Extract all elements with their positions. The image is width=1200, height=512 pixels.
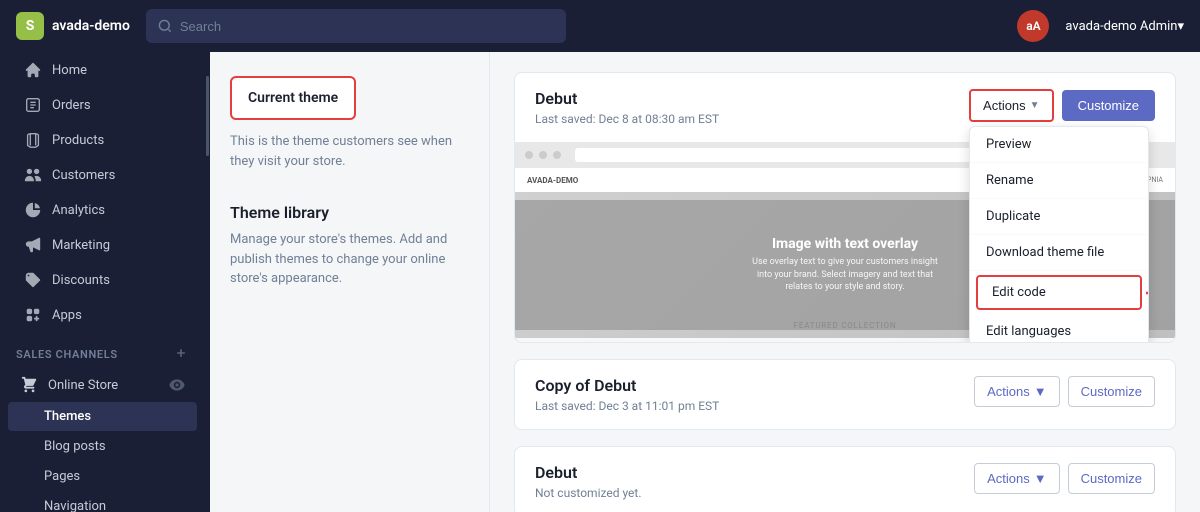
sidebar-item-orders[interactable]: Orders [8,88,197,122]
copy-debut-actions-button[interactable]: Actions ▼ [974,376,1060,407]
debut-theme-name: Debut [535,89,719,108]
eye-icon [169,377,185,393]
debut2-actions-button[interactable]: Actions ▼ [974,463,1060,494]
sidebar-item-home[interactable]: Home [8,53,197,87]
preview-overlay-sub: Use overlay text to give your customers … [745,256,945,294]
sidebar-sub-item-navigation[interactable]: Navigation [8,492,197,512]
theme-library-section: Theme library Manage your store's themes… [230,203,469,289]
dropdown-item-preview[interactable]: Preview [970,127,1148,163]
avatar[interactable]: aA [1017,10,1049,42]
sales-channels-label: SALES CHANNELS [0,333,205,368]
marketing-icon [24,236,42,254]
layout: Home Orders Products Customers Analytics [0,52,1200,512]
sidebar-item-apps[interactable]: Apps [8,298,197,332]
theme-card-debut2-header: Debut Not customized yet. Actions ▼ Cust… [515,447,1175,512]
shopify-logo: S [16,12,44,40]
preview-featured-label: FEATURED COLLECTION [794,321,897,330]
customers-icon [24,166,42,184]
theme-card-debut-actions: Actions ▼ Customize Preview Rename [969,89,1155,122]
sidebar-scrollbar [205,52,210,512]
sidebar-wrapper: Home Orders Products Customers Analytics [0,52,210,512]
add-sales-channel-icon[interactable] [173,345,189,364]
theme-card-copy-debut: Copy of Debut Last saved: Dec 3 at 11:01… [514,359,1176,430]
copy-debut-customize-button[interactable]: Customize [1068,376,1155,407]
theme-card-debut2-actions: Actions ▼ Customize [974,463,1155,494]
theme-description: This is the theme customers see when the… [230,132,469,171]
preview-store-name: AVADA-DEMO [527,176,578,185]
analytics-icon [24,201,42,219]
theme-card-debut: Debut Last saved: Dec 8 at 08:30 am EST … [514,72,1176,343]
dropdown-item-duplicate[interactable]: Duplicate [970,199,1148,235]
topbar: S avada-demo aA avada-demo Admin▾ [0,0,1200,52]
theme-card-debut2-info: Debut Not customized yet. [535,463,642,500]
dropdown-item-rename[interactable]: Rename [970,163,1148,199]
discounts-icon [24,271,42,289]
main-content: Current theme This is the theme customer… [210,52,1200,512]
preview-overlay-title: Image with text overlay [745,236,945,252]
debut2-theme-saved: Not customized yet. [535,486,642,500]
search-input[interactable] [180,19,554,34]
products-icon [24,131,42,149]
left-panel: Current theme This is the theme customer… [210,52,490,512]
preview-overlay-text: Image with text overlay Use overlay text… [745,236,945,294]
right-panel: Debut Last saved: Dec 8 at 08:30 am EST … [490,52,1200,512]
sidebar-scrollbar-thumb [206,76,209,156]
current-theme-label: Current theme [230,76,356,120]
sidebar-item-marketing[interactable]: Marketing [8,228,197,262]
sidebar-item-customers[interactable]: Customers [8,158,197,192]
debut-theme-saved: Last saved: Dec 8 at 08:30 am EST [535,112,719,126]
browser-dot-2 [539,151,547,159]
debut2-customize-button[interactable]: Customize [1068,463,1155,494]
red-arrow-indicator [1146,283,1149,303]
theme-library-title: Theme library [230,203,469,222]
debut2-theme-name: Debut [535,463,642,482]
search-wrapper [146,9,566,43]
apps-icon [24,306,42,324]
online-store-icon [20,376,38,394]
theme-card-debut-info: Debut Last saved: Dec 8 at 08:30 am EST [535,89,719,126]
browser-dot-1 [525,151,533,159]
chevron-down-icon: ▼ [1034,384,1047,399]
theme-card-copy-debut-info: Copy of Debut Last saved: Dec 3 at 11:01… [535,376,719,413]
theme-card-copy-debut-header: Copy of Debut Last saved: Dec 3 at 11:01… [515,360,1175,429]
dropdown-item-edit-code[interactable]: Edit code [976,275,1142,310]
chevron-down-icon: ▼ [1034,471,1047,486]
sidebar-sub-item-blog-posts[interactable]: Blog posts [8,432,197,461]
search-icon [158,19,172,33]
copy-debut-theme-name: Copy of Debut [535,376,719,395]
sidebar-item-analytics[interactable]: Analytics [8,193,197,227]
theme-card-debut-header: Debut Last saved: Dec 8 at 08:30 am EST … [515,73,1175,142]
sidebar-sub-item-themes[interactable]: Themes [8,402,197,431]
customize-button[interactable]: Customize [1062,90,1155,121]
sidebar-item-online-store[interactable]: Online Store [8,369,197,401]
dropdown-item-edit-languages[interactable]: Edit languages [970,314,1148,343]
orders-icon [24,96,42,114]
chevron-down-icon: ▼ [1030,100,1040,111]
theme-card-copy-debut-actions: Actions ▼ Customize [974,376,1155,407]
admin-label[interactable]: avada-demo Admin▾ [1065,19,1184,34]
home-icon [24,61,42,79]
theme-card-debut2: Debut Not customized yet. Actions ▼ Cust… [514,446,1176,512]
dropdown-item-download[interactable]: Download theme file [970,235,1148,271]
brand[interactable]: S avada-demo [16,12,130,40]
browser-dot-3 [553,151,561,159]
sidebar-content: Home Orders Products Customers Analytics [0,52,205,512]
copy-debut-theme-saved: Last saved: Dec 3 at 11:01 pm EST [535,399,719,413]
theme-library-desc: Manage your store's themes. Add and publ… [230,230,469,289]
search-container [146,9,566,43]
sidebar: Home Orders Products Customers Analytics [0,52,210,512]
actions-button[interactable]: Actions ▼ [969,89,1054,122]
sidebar-item-products[interactable]: Products [8,123,197,157]
actions-dropdown-menu: Preview Rename Duplicate Download theme … [969,126,1149,343]
sidebar-sub-item-pages[interactable]: Pages [8,462,197,491]
sidebar-item-discounts[interactable]: Discounts [8,263,197,297]
brand-name: avada-demo [52,18,130,34]
page-layout: Current theme This is the theme customer… [210,52,1200,512]
